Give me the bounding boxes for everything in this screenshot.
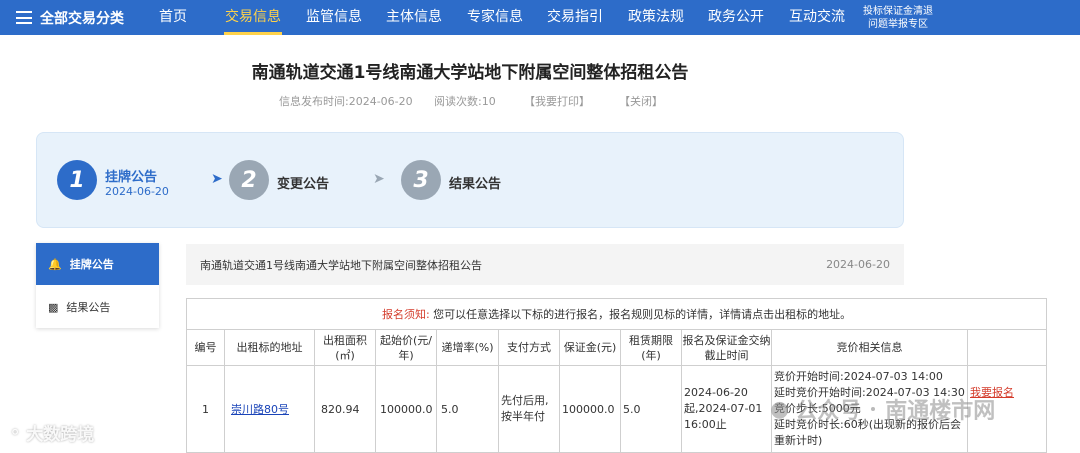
col-header: 租赁期限(年) (620, 329, 682, 366)
col-header: 起始价(元/年) (375, 329, 437, 366)
publish-time: 信息发布时间:2024-06-20 (279, 95, 413, 108)
cell-payment: 先付后用,按半年付 (498, 365, 560, 453)
sidebar-item-label: 结果公告 (66, 301, 111, 314)
document-icon: ▩ (48, 300, 59, 314)
col-header (966, 329, 1048, 366)
menu-icon (16, 11, 32, 24)
watermark-right-a: 公众号 (795, 399, 862, 424)
wechat-icon: ● (770, 396, 790, 422)
col-header: 竞价相关信息 (771, 329, 968, 366)
step-3-circle: 3 (401, 160, 441, 200)
bell-icon: 🔔 (48, 257, 62, 271)
close-link[interactable]: 【关闭】 (619, 93, 663, 109)
all-categories-menu[interactable]: 全部交易分类 (0, 0, 140, 35)
cell-increase-rate: 5.0 (436, 365, 499, 453)
step-3-label[interactable]: 结果公告 (449, 173, 501, 192)
cell-term: 5.0 (620, 365, 682, 453)
sidebar-item-result[interactable]: ▩ 结果公告 (36, 286, 159, 328)
read-count: 阅读次数:10 (434, 95, 496, 108)
step-2-circle: 2 (229, 160, 269, 200)
nav-item-policy[interactable]: 政策法规 (619, 0, 693, 35)
sidebar-item-listing[interactable]: 🔔 挂牌公告 (36, 243, 159, 285)
nav-item-entities[interactable]: 主体信息 (377, 0, 451, 35)
chevron-right-icon: ➤ (373, 171, 385, 187)
nav-item-supervision[interactable]: 监管信息 (297, 0, 371, 35)
col-header: 保证金(元) (559, 329, 621, 366)
watermark-right-b: 南通楼市网 (885, 399, 996, 424)
nav-item-gov-open[interactable]: 政务公开 (699, 0, 773, 35)
cell-area: 820.94 (314, 365, 376, 453)
sidebar: 🔔 挂牌公告 ▩ 结果公告 (36, 243, 159, 328)
notice-list-item[interactable]: 南通轨道交通1号线南通大学站地下附属空间整体招租公告 2024-06-20 (186, 244, 904, 285)
col-header: 递增率(%) (436, 329, 499, 366)
cell-deposit: 100000.0 (559, 365, 621, 453)
notice-title: 南通轨道交通1号线南通大学站地下附属空间整体招租公告 (200, 258, 482, 272)
signup-notice: 报名须知: 您可以任意选择以下标的进行报名，报名规则见标的详情，详情请点击出租标… (185, 298, 1048, 330)
separator-dot (871, 407, 876, 411)
print-link[interactable]: 【我要打印】 (524, 93, 590, 109)
signup-notice-text: 您可以任意选择以下标的进行报名，报名规则见标的详情，详情请点击出租标的地址。 (433, 308, 852, 321)
step-1-circle: 1 (57, 160, 97, 200)
nav-item-deposit-report[interactable]: 投标保证金清退 问题举报专区 (856, 5, 940, 31)
announcement-steps: 1 挂牌公告 2024-06-20 ➤ 2 变更公告 ➤ 3 结果公告 (36, 132, 904, 228)
nav-item-experts[interactable]: 专家信息 (458, 0, 532, 35)
cell-address: 崇川路80号 (224, 365, 315, 453)
lot-table: 报名须知: 您可以任意选择以下标的进行报名，报名规则见标的详情，详情请点击出租标… (185, 298, 1048, 453)
page-title: 南通轨道交通1号线南通大学站地下附属空间整体招租公告 (251, 63, 689, 83)
signup-notice-prefix: 报名须知: (381, 308, 430, 321)
watermark-left: ⚬ 大数跨境 (8, 420, 95, 446)
watermark-logo-icon: ⚬ (8, 422, 23, 443)
col-header: 编号 (186, 329, 225, 366)
step-1-date: 2024-06-20 (105, 185, 169, 198)
sidebar-item-label: 挂牌公告 (69, 258, 114, 271)
col-header: 支付方式 (498, 329, 560, 366)
report-zone-label: 问题举报专区 (868, 19, 928, 30)
step-1-label[interactable]: 挂牌公告 (105, 166, 157, 185)
col-header: 报名及保证金交纳截止时间 (681, 329, 772, 366)
watermark-left-text: 大数跨境 (26, 425, 95, 445)
table-header-row: 编号 出租标的地址 出租面积(㎡) 起始价(元/年) 递增率(%) 支付方式 保… (186, 329, 1048, 366)
nav-item-interaction[interactable]: 互动交流 (780, 0, 854, 35)
nav-item-trade-info[interactable]: 交易信息 (216, 0, 290, 35)
col-header: 出租面积(㎡) (314, 329, 376, 366)
cell-deadline: 2024-06-20起,2024-07-01 16:00止 (681, 365, 772, 453)
lot-address-link[interactable]: 崇川路80号 (231, 403, 289, 416)
watermark-right: ● 公众号 南通楼市网 (770, 393, 995, 425)
notice-date: 2024-06-20 (826, 258, 890, 271)
all-categories-label: 全部交易分类 (40, 10, 124, 27)
col-header: 出租标的地址 (224, 329, 315, 366)
cell-no: 1 (186, 365, 225, 453)
bid-start-time: 竞价开始时间:2024-07-03 14:00 (774, 370, 943, 383)
step-2-label[interactable]: 变更公告 (277, 173, 329, 192)
nav-item-guide[interactable]: 交易指引 (538, 0, 612, 35)
top-nav: 全部交易分类 首页 交易信息 监管信息 主体信息 专家信息 交易指引 政策法规 … (0, 0, 1080, 35)
nav-item-home[interactable]: 首页 (136, 0, 210, 35)
chevron-right-icon: ➤ (211, 171, 223, 187)
deposit-refund-label: 投标保证金清退 (863, 6, 933, 17)
cell-start-price: 100000.0 (375, 365, 437, 453)
